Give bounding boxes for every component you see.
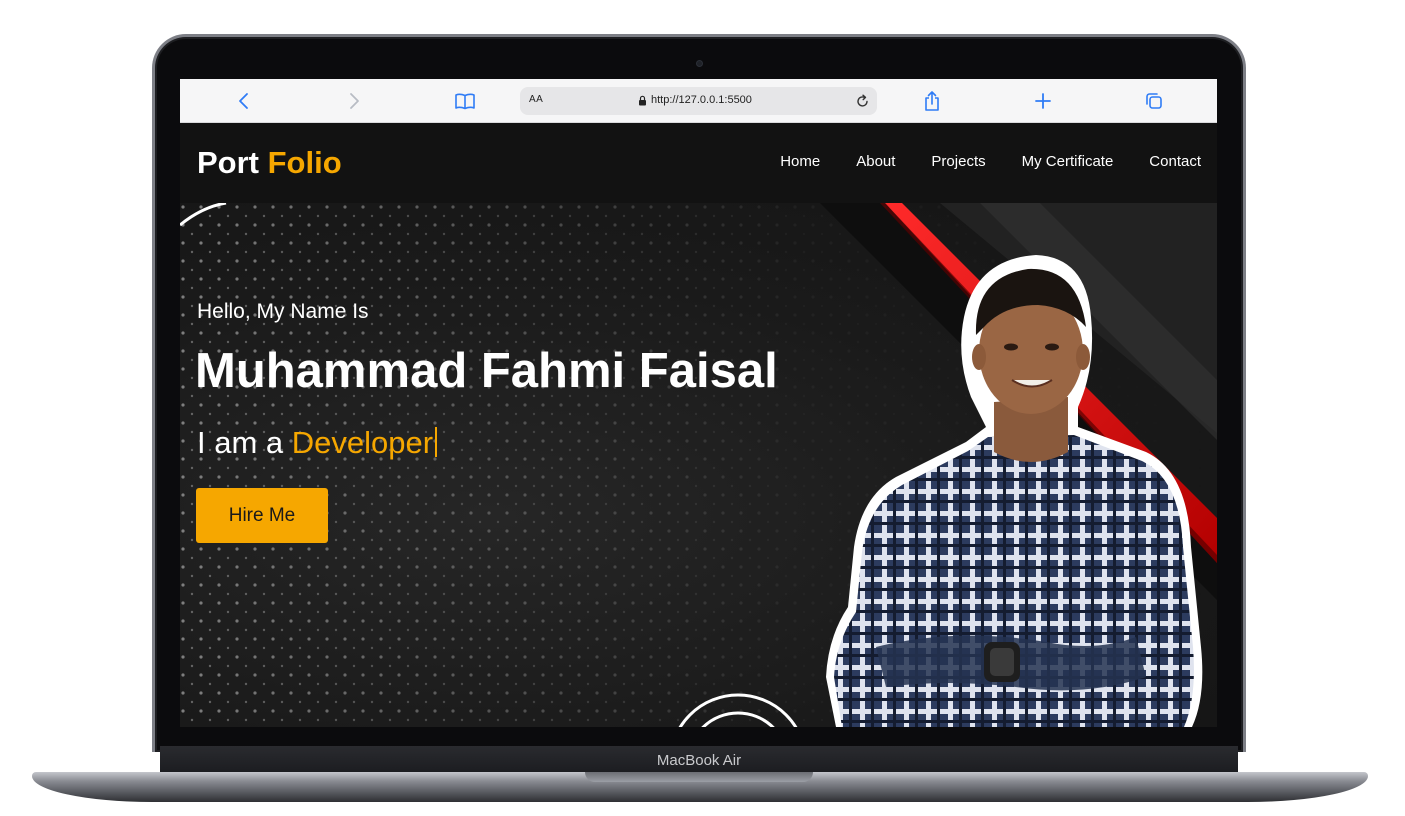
hero-section: Hello, My Name Is Muhammad Fahmi Faisal … [180,203,1217,727]
bookmarks-button[interactable] [453,89,477,113]
share-button[interactable] [920,89,944,113]
laptop-notch [585,772,813,782]
hero-name: Muhammad Fahmi Faisal [195,344,778,398]
hire-me-button[interactable]: Hire Me [196,488,328,543]
plus-icon [1035,93,1051,109]
role-highlight: Developer [291,425,434,460]
profile-photo [826,255,1203,727]
nav-links: Home About Projects My Certificate Conta… [744,153,1201,170]
nav-link-projects[interactable]: Projects [931,153,985,170]
address-bar[interactable]: AA http://127.0.0.1:5500 [520,87,877,115]
new-tab-button[interactable] [1031,89,1055,113]
model-label: MacBook Air [656,751,742,769]
browser-toolbar: AA http://127.0.0.1:5500 [180,79,1217,123]
reload-icon [856,94,868,107]
site-logo[interactable]: Port Folio [197,145,342,181]
url-display: http://127.0.0.1:5500 [638,94,752,106]
text-size-button[interactable]: AA [529,94,543,105]
chevron-left-icon [239,93,248,109]
role-prefix: I am a [197,425,284,460]
forward-button[interactable] [342,89,366,113]
nav-link-certificate[interactable]: My Certificate [1022,153,1114,170]
screen: AA http://127.0.0.1:5500 Port Folio Home [180,79,1217,727]
back-button[interactable] [232,89,256,113]
site-navbar: Port Folio Home About Projects My Certif… [180,123,1217,203]
lock-icon [639,95,646,105]
hero-greeting: Hello, My Name Is [197,300,369,323]
nav-link-contact[interactable]: Contact [1149,153,1201,170]
laptop-hinge: MacBook Air [160,746,1238,774]
nav-link-home[interactable]: Home [780,153,820,170]
tabs-icon [1146,93,1162,109]
nav-link-about[interactable]: About [856,153,895,170]
typing-caret [435,427,438,457]
logo-second: Folio [267,145,342,180]
url-text: http://127.0.0.1:5500 [651,94,752,106]
reload-button[interactable] [853,92,871,110]
camera-icon [696,60,703,67]
tabs-button[interactable] [1142,89,1166,113]
chevron-right-icon [350,93,359,109]
book-icon [455,93,475,110]
share-icon [925,91,939,111]
hero-role: I am a Developer [197,425,438,461]
logo-first: Port [197,145,259,180]
